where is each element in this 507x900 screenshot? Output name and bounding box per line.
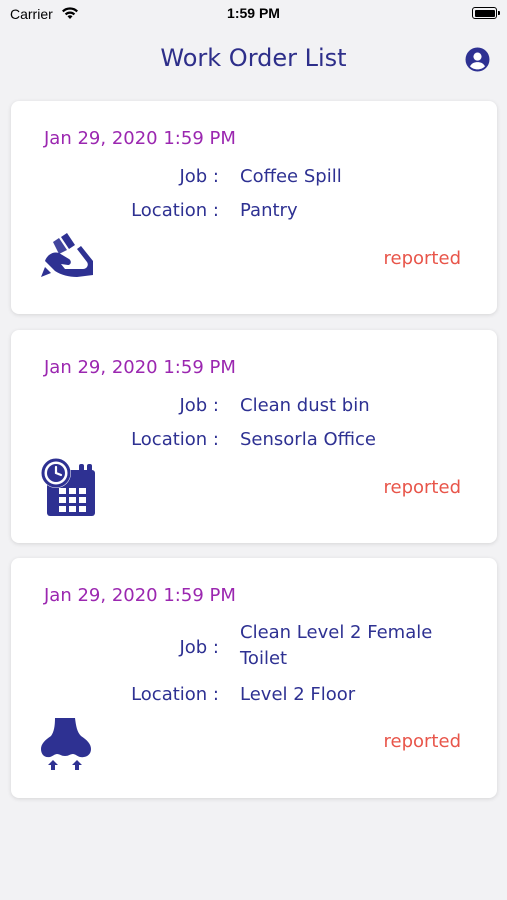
location-value: Pantry — [240, 200, 298, 221]
location-label: Location : — [131, 200, 219, 221]
job-value: Clean dust bin — [240, 395, 370, 416]
location-value: Sensorla Office — [240, 429, 376, 450]
location-label: Location : — [131, 429, 219, 450]
job-label: Job : — [179, 166, 219, 187]
status-bar: Carrier 1:59 PM — [0, 0, 507, 30]
job-label: Job : — [179, 395, 219, 416]
work-order-card[interactable]: Jan 29, 2020 1:59 PM Job : Coffee Spill … — [11, 101, 497, 314]
page-title: Work Order List — [160, 44, 347, 72]
work-order-card[interactable]: Jan 29, 2020 1:59 PM Job : Clean dust bi… — [11, 330, 497, 543]
work-order-date: Jan 29, 2020 1:59 PM — [44, 357, 236, 378]
user-circle-icon[interactable] — [465, 47, 490, 72]
nose-smell-icon — [41, 718, 91, 770]
work-order-date: Jan 29, 2020 1:59 PM — [44, 128, 236, 149]
status-badge: reported — [383, 477, 461, 498]
work-order-card[interactable]: Jan 29, 2020 1:59 PM Job : Clean Level 2… — [11, 558, 497, 798]
clock: 1:59 PM — [227, 5, 280, 21]
work-order-date: Jan 29, 2020 1:59 PM — [44, 585, 236, 606]
battery-icon — [472, 7, 500, 19]
location-value: Level 2 Floor — [240, 684, 356, 705]
job-value: Coffee Spill — [240, 166, 342, 187]
hand-writing-icon — [41, 233, 93, 277]
job-value: Clean Level 2 Female Toilet — [240, 622, 433, 669]
status-badge: reported — [383, 731, 461, 752]
calendar-clock-icon — [41, 458, 95, 516]
location-label: Location : — [131, 684, 219, 705]
status-badge: reported — [383, 248, 461, 269]
job-label: Job : — [179, 637, 219, 658]
